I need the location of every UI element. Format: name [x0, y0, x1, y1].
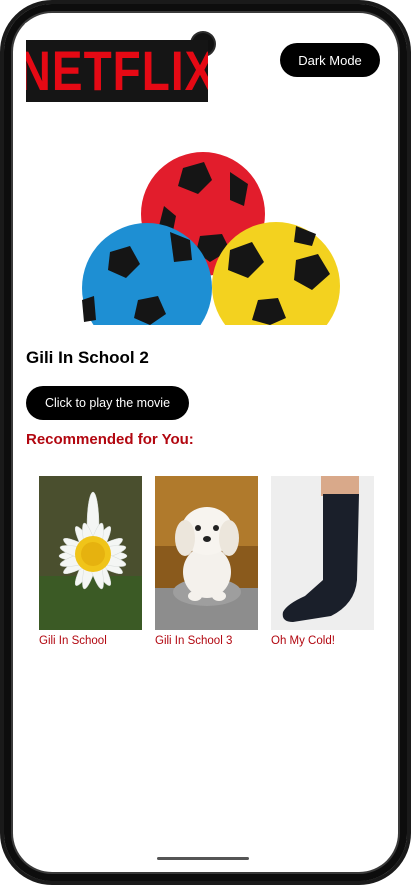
home-indicator[interactable] [157, 857, 249, 860]
play-movie-button[interactable]: Click to play the movie [26, 386, 189, 420]
poster-sock[interactable] [271, 476, 374, 630]
recommended-card-3[interactable]: Oh My Cold! [271, 476, 374, 647]
recommended-title[interactable]: Oh My Cold! [271, 635, 374, 647]
recommended-title[interactable]: Gili In School 3 [155, 635, 258, 647]
movie-title: Gili In School 2 [26, 348, 149, 367]
recommended-card-1[interactable]: Gili In School [39, 476, 142, 647]
poster-daisy[interactable] [39, 476, 142, 630]
netflix-logo: NETFLIX [26, 40, 208, 102]
dark-mode-button[interactable]: Dark Mode [280, 43, 380, 77]
logo-text: NETFLIX [26, 40, 208, 102]
status-time: 8:28 [24, 20, 48, 34]
recommended-card-2[interactable]: Gili In School 3 [155, 476, 258, 647]
recommended-title[interactable]: Gili In School [39, 635, 142, 647]
recommended-heading: Recommended for You: [26, 431, 194, 448]
movie-poster [80, 150, 340, 325]
poster-puppy[interactable] [155, 476, 258, 630]
